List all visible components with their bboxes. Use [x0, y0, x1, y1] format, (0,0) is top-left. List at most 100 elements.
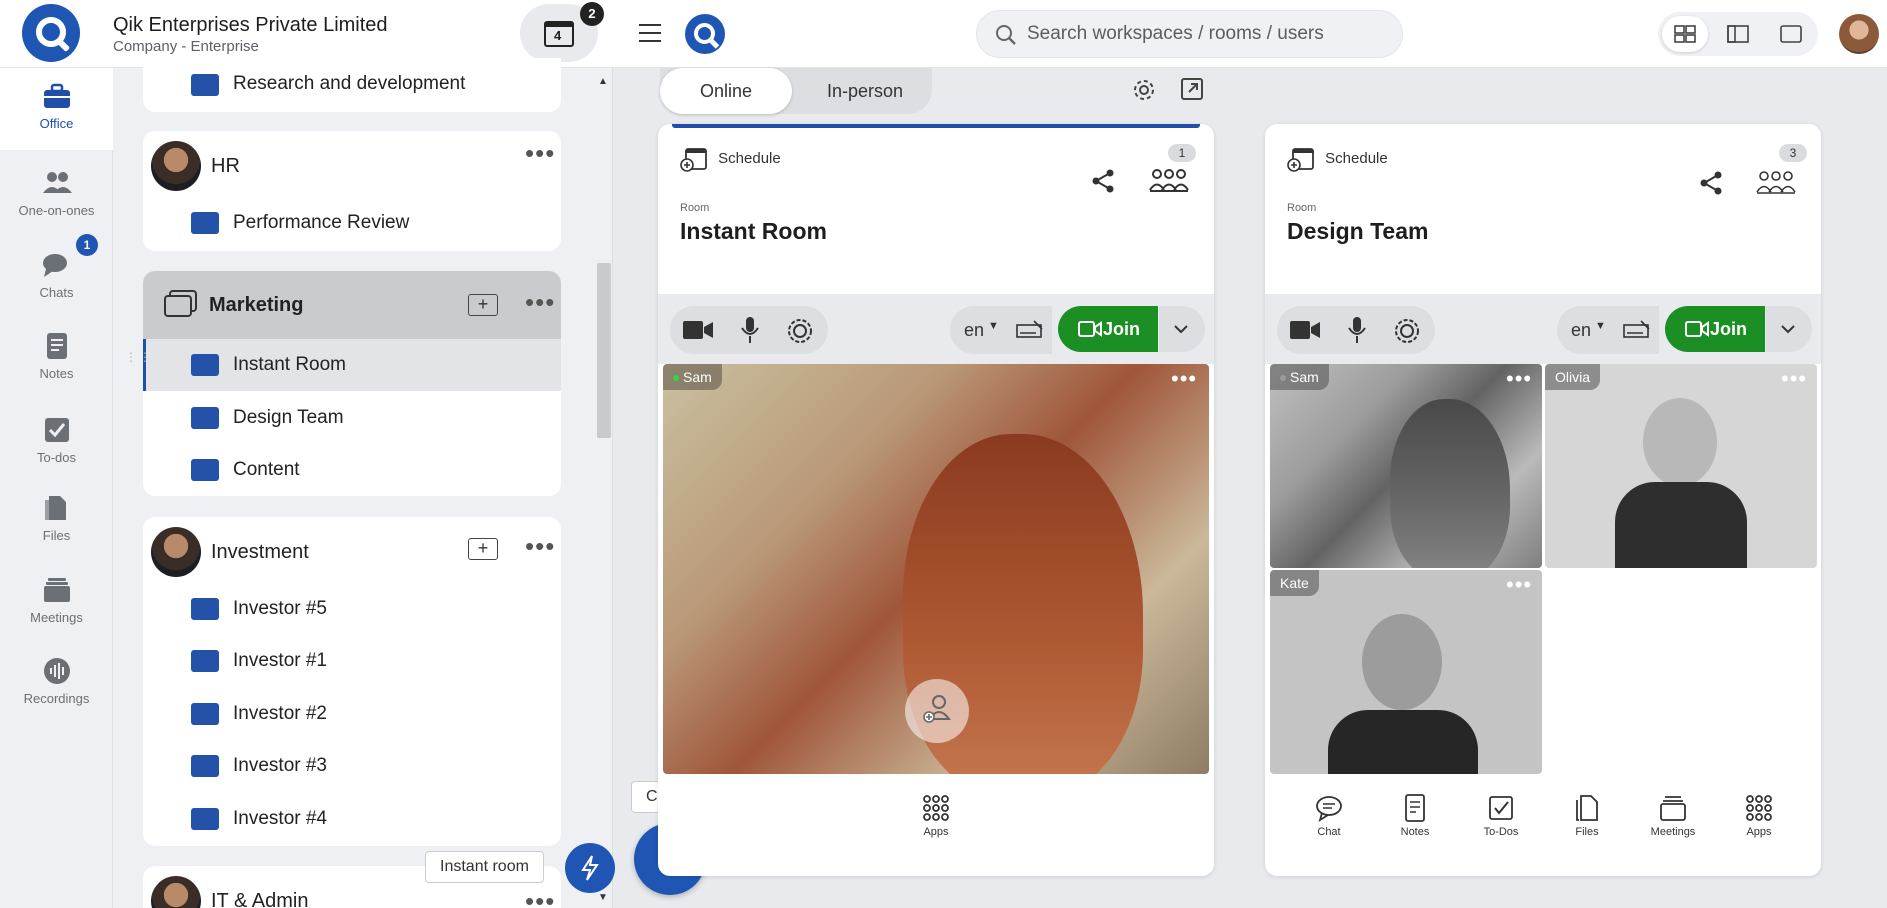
- video-join-icon: [1078, 321, 1102, 337]
- scroll-up-icon[interactable]: ▲: [598, 76, 608, 87]
- nav-meetings[interactable]: Meetings: [0, 562, 113, 642]
- more-options-icon[interactable]: •••: [525, 888, 555, 908]
- room-item-active[interactable]: Instant Room: [143, 339, 561, 391]
- more-options-icon[interactable]: •••: [525, 533, 555, 559]
- room-item[interactable]: Investor #1: [143, 635, 561, 687]
- company-name[interactable]: Qik Enterprises Private Limited: [113, 14, 388, 37]
- join-button[interactable]: Join: [1058, 306, 1158, 352]
- more-options-icon[interactable]: •••: [1781, 366, 1807, 392]
- add-room-icon[interactable]: +: [468, 294, 498, 316]
- device-settings-icon[interactable]: [786, 317, 814, 345]
- popout-icon[interactable]: [1180, 77, 1204, 101]
- qik-logo-icon[interactable]: [22, 4, 80, 62]
- online-tab[interactable]: Online: [660, 68, 792, 114]
- schedule-button[interactable]: Schedule: [680, 146, 781, 172]
- device-settings-icon[interactable]: [1393, 317, 1421, 345]
- participant-video[interactable]: Olivia •••: [1545, 364, 1817, 568]
- workspace-title[interactable]: IT & Admin: [211, 890, 308, 908]
- apps-button[interactable]: Apps: [901, 794, 971, 838]
- camera-icon[interactable]: [682, 319, 714, 341]
- company-type: Company - Enterprise: [113, 38, 259, 55]
- participant-video[interactable]: Kate •••: [1270, 570, 1542, 774]
- room-item[interactable]: Investor #2: [143, 688, 561, 740]
- more-options-icon[interactable]: •••: [1506, 366, 1532, 392]
- left-rail: Office One-on-ones Chats 1 Notes To-dos …: [0, 0, 113, 908]
- search-input[interactable]: [1027, 23, 1387, 45]
- more-options-icon[interactable]: •••: [1171, 366, 1197, 392]
- nav-todos[interactable]: To-dos: [0, 402, 113, 482]
- nav-office[interactable]: Office: [0, 68, 113, 150]
- settings-gear-icon[interactable]: [1131, 77, 1157, 103]
- share-icon[interactable]: [1090, 168, 1116, 194]
- chevron-down-icon: [1781, 325, 1795, 334]
- captions-icon[interactable]: [1623, 320, 1651, 340]
- microphone-icon[interactable]: [740, 316, 760, 344]
- participant-video[interactable]: Sam •••: [1270, 364, 1542, 568]
- top-bar: [613, 0, 1887, 68]
- room-item[interactable]: Investor #5: [143, 583, 561, 635]
- participant-name-tag: Olivia: [1545, 364, 1601, 390]
- nav-files[interactable]: Files: [0, 480, 113, 560]
- online-dot-icon: [1280, 375, 1286, 382]
- more-options-icon[interactable]: •••: [525, 289, 555, 315]
- room-label: Performance Review: [233, 212, 410, 233]
- in-person-tab[interactable]: In-person: [800, 68, 930, 114]
- language-selector[interactable]: en ▼: [1557, 306, 1659, 354]
- room-item[interactable]: Investor #3: [143, 740, 561, 792]
- more-options-icon[interactable]: •••: [525, 140, 555, 166]
- schedule-calendar-icon: [680, 148, 707, 172]
- participants-icon[interactable]: [1148, 166, 1190, 194]
- qik-logo-icon[interactable]: [685, 14, 725, 54]
- hamburger-menu-icon[interactable]: [639, 24, 661, 42]
- calendar-badge: 2: [580, 2, 604, 26]
- files-button[interactable]: Files: [1552, 794, 1622, 838]
- join-options-button[interactable]: [1159, 306, 1205, 352]
- search-bar[interactable]: [976, 10, 1403, 58]
- drag-handle-icon[interactable]: ⋮⋮: [125, 351, 151, 374]
- room-caption: Room: [680, 202, 710, 214]
- more-options-icon[interactable]: •••: [1506, 572, 1532, 598]
- user-avatar[interactable]: [1839, 14, 1879, 54]
- nav-one-on-ones[interactable]: One-on-ones: [0, 155, 113, 235]
- room-item[interactable]: Content: [143, 444, 561, 496]
- language-selector[interactable]: en ▼: [950, 306, 1052, 354]
- notes-button[interactable]: Notes: [1380, 794, 1450, 838]
- apps-button[interactable]: Apps: [1724, 794, 1794, 838]
- share-icon[interactable]: [1698, 170, 1724, 196]
- grid-view-button[interactable]: [1662, 16, 1708, 52]
- nav-recordings[interactable]: Recordings: [0, 643, 113, 723]
- scroll-thumb[interactable]: [597, 263, 611, 438]
- join-button[interactable]: Join: [1665, 306, 1765, 352]
- workspace-scrollbar[interactable]: ▲ ▼: [594, 70, 612, 908]
- language-value: en: [1571, 320, 1592, 340]
- workspace-title[interactable]: HR: [211, 155, 240, 178]
- room-item[interactable]: Research and development: [143, 58, 561, 110]
- add-room-icon[interactable]: +: [468, 538, 498, 560]
- room-square-icon: [191, 354, 219, 376]
- call-controls: en ▼ Join: [658, 294, 1214, 364]
- meetings-button[interactable]: Meetings: [1638, 794, 1708, 838]
- instant-room-button[interactable]: [565, 843, 615, 893]
- join-options-button[interactable]: [1766, 306, 1812, 352]
- scroll-down-icon[interactable]: ▼: [598, 892, 608, 903]
- room-item[interactable]: Investor #4: [143, 793, 561, 845]
- room-item[interactable]: Design Team: [143, 392, 561, 444]
- room-item[interactable]: Performance Review: [143, 197, 561, 249]
- media-controls: [670, 306, 828, 354]
- participants-icon[interactable]: [1755, 168, 1797, 196]
- add-participant-button[interactable]: [905, 679, 969, 743]
- workspace-title[interactable]: Investment: [211, 541, 309, 564]
- workspace-card-investment: Investment + ••• Investor #5 Investor #1…: [143, 517, 561, 846]
- participant-video[interactable]: Sam •••: [663, 364, 1209, 774]
- camera-icon[interactable]: [1289, 319, 1321, 341]
- sidebar-view-button[interactable]: [1715, 16, 1761, 52]
- join-label: Join: [1102, 319, 1140, 339]
- workspace-title[interactable]: Marketing: [209, 294, 303, 317]
- nav-notes[interactable]: Notes: [0, 318, 113, 398]
- todos-button[interactable]: To-Dos: [1466, 794, 1536, 838]
- chat-button[interactable]: Chat: [1294, 794, 1364, 838]
- microphone-icon[interactable]: [1347, 316, 1367, 344]
- single-view-button[interactable]: [1768, 16, 1814, 52]
- captions-icon[interactable]: [1016, 320, 1044, 340]
- schedule-button[interactable]: Schedule: [1287, 146, 1388, 172]
